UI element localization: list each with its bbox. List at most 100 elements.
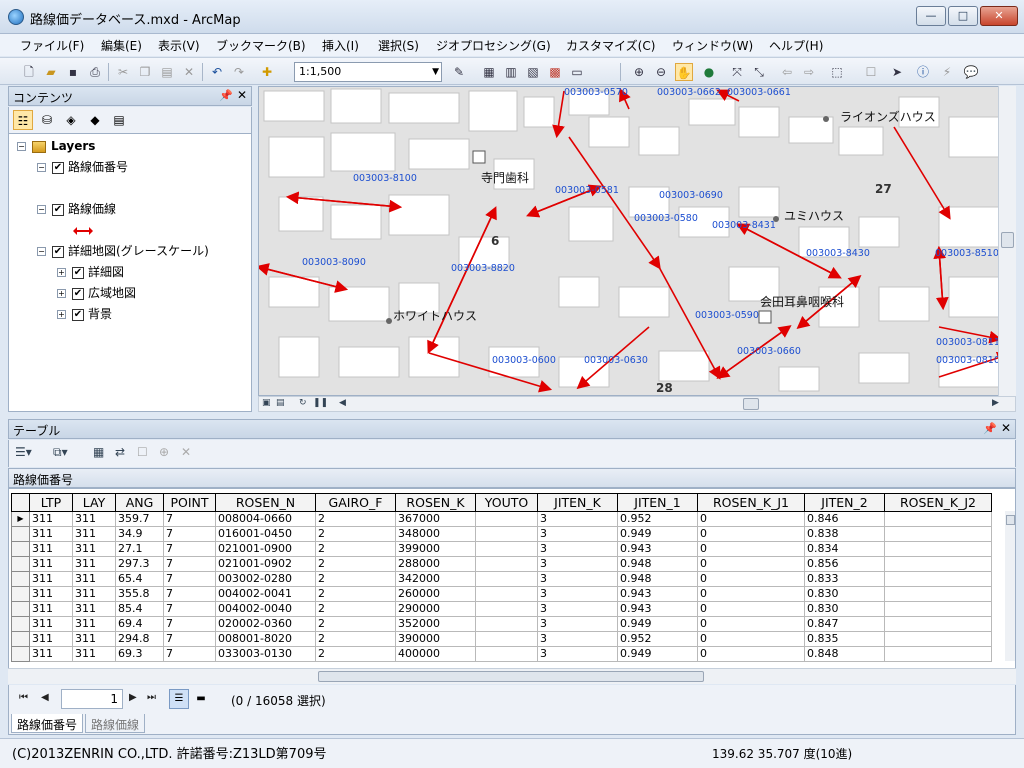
scroll-left-icon[interactable]: ◀ [339,398,346,408]
table-cell[interactable]: 311 [29,541,73,557]
table-cell[interactable]: 311 [29,631,73,647]
table-cell[interactable]: 0.834 [804,541,885,557]
row-selector[interactable]: ▶ [11,511,30,527]
table-cell[interactable]: 0.833 [804,571,885,587]
table-cell[interactable]: 311 [29,586,73,602]
copy-icon[interactable]: ❐ [136,63,154,81]
table-cell[interactable] [475,526,538,542]
minimize-button[interactable]: — [916,6,946,26]
table-cell[interactable]: 3 [537,526,618,542]
new-document-icon[interactable]: 🗋 [20,63,38,81]
table-cell[interactable]: 0.846 [804,511,885,527]
table-cell[interactable]: 016001-0450 [215,526,316,542]
column-header[interactable]: JITEN_2 [804,493,885,512]
select-elements-arrow-icon[interactable]: ➤ [888,63,906,81]
hyperlink-icon[interactable]: ⚡ [938,63,956,81]
table-cell[interactable]: 290000 [395,601,476,617]
table-cell[interactable]: 65.4 [115,571,164,587]
table-cell[interactable]: 0.943 [617,586,698,602]
table-horizontal-scrollbar[interactable] [8,668,1016,684]
column-header[interactable]: ROSEN_K_J2 [884,493,992,512]
sublayer-detail[interactable]: + ✔ 詳細図 [57,263,124,281]
table-cell[interactable]: 3 [537,646,618,662]
column-header[interactable]: ROSEN_K [395,493,476,512]
clear-selection-icon[interactable]: ☐ [137,445,148,459]
table-cell[interactable]: 2 [315,616,396,632]
close-icon[interactable]: ✕ [237,88,247,102]
list-by-visibility-icon[interactable]: ◈ [61,110,81,130]
save-icon[interactable]: ▪ [64,63,82,81]
row-selector-header[interactable] [11,493,30,512]
scroll-thumb[interactable] [318,671,704,682]
table-of-contents-icon[interactable]: ▦ [480,63,498,81]
menu-bookmarks[interactable]: ブックマーク(B) [214,37,308,54]
map-canvas[interactable]: 003003-0570 003003-0662 003003-0661 0030… [258,86,1016,396]
table-cell[interactable]: 399000 [395,541,476,557]
table-cell[interactable]: 85.4 [115,601,164,617]
column-header[interactable]: GAIRO_F [315,493,396,512]
layer-detail-map-grayscale[interactable]: − ✔ 詳細地図(グレースケール) [37,242,209,260]
table-cell[interactable]: 311 [29,571,73,587]
row-selector[interactable] [11,586,30,602]
close-button[interactable]: ✕ [980,6,1018,26]
table-row[interactable]: 311 311 69.3 7 033003-0130 2 400000 3 0.949 0 0.84… [11,646,992,662]
table-cell[interactable]: 311 [72,556,116,572]
table-cell[interactable]: 0.943 [617,541,698,557]
map-scale-dropdown[interactable]: 1:1,500 ▼ [294,62,442,82]
table-cell[interactable]: 0.856 [804,556,885,572]
table-row[interactable]: 311 311 294.8 7 008001-8020 2 390000 3 0.952 0 0.8… [11,631,992,647]
delete-selected-icon[interactable]: ✕ [181,445,191,459]
layer-visibility-checkbox[interactable]: ✔ [52,203,64,216]
clear-selection-icon[interactable]: ☐ [862,63,880,81]
table-cell[interactable] [884,526,992,542]
table-cell[interactable]: 0 [697,541,805,557]
collapse-icon[interactable]: − [17,142,26,151]
zoom-to-selected-icon[interactable]: ⊕ [159,445,169,459]
menu-help[interactable]: ヘルプ(H) [767,37,825,54]
related-tables-icon[interactable]: ⧉▾ [53,445,68,460]
table-cell[interactable]: 004002-0041 [215,586,316,602]
sublayer-wide-area[interactable]: + ✔ 広域地図 [57,284,136,302]
table-cell[interactable]: 3 [537,571,618,587]
expand-icon[interactable]: + [57,310,66,319]
table-cell[interactable]: 355.8 [115,586,164,602]
table-cell[interactable]: 0.943 [617,601,698,617]
undo-icon[interactable]: ↶ [208,63,226,81]
table-cell[interactable] [475,616,538,632]
table-cell[interactable]: 311 [72,511,116,527]
map-horizontal-scrollbar[interactable]: ▣ ▤ ↻ ❚❚ ◀ ▶ [258,396,1016,412]
tab-route-number[interactable]: 路線価番号 [11,714,84,733]
back-extent-icon[interactable]: ⇦ [778,63,796,81]
table-cell[interactable]: 2 [315,556,396,572]
table-cell[interactable]: 260000 [395,586,476,602]
table-row[interactable]: ▶ 311 311 359.7 7 008004-0660 2 367000 3 0.952 0 0.… [11,511,992,527]
layers-root[interactable]: − Layers [17,137,95,155]
table-cell[interactable]: 0.948 [617,556,698,572]
table-cell[interactable]: 0.952 [617,631,698,647]
table-cell[interactable] [884,646,992,662]
table-cell[interactable]: 69.3 [115,646,164,662]
delete-icon[interactable]: ✕ [180,63,198,81]
table-cell[interactable]: 2 [315,571,396,587]
table-cell[interactable]: 3 [537,511,618,527]
column-header[interactable]: ROSEN_K_J1 [697,493,805,512]
table-cell[interactable]: 311 [29,646,73,662]
table-cell[interactable]: 3 [537,616,618,632]
menu-view[interactable]: 表示(V) [156,37,202,54]
forward-extent-icon[interactable]: ⇨ [800,63,818,81]
table-row[interactable]: 311 311 85.4 7 004002-0040 2 290000 3 0.943 0 0.83… [11,601,992,617]
table-cell[interactable] [884,571,992,587]
map-vertical-scrollbar[interactable] [998,86,1016,396]
table-cell[interactable]: 020002-0360 [215,616,316,632]
table-cell[interactable]: 311 [29,526,73,542]
table-cell[interactable] [475,571,538,587]
table-row[interactable]: 311 311 27.1 7 021001-0900 2 399000 3 0.943 0 0.83… [11,541,992,557]
menu-selection[interactable]: 選択(S) [376,37,421,54]
row-selector[interactable] [11,526,30,542]
table-cell[interactable]: 7 [163,571,216,587]
table-row[interactable]: 311 311 69.4 7 020002-0360 2 352000 3 0.949 0 0.84… [11,616,992,632]
table-cell[interactable]: 008001-8020 [215,631,316,647]
table-cell[interactable] [884,616,992,632]
table-cell[interactable]: 27.1 [115,541,164,557]
table-vertical-scrollbar[interactable] [1005,511,1015,661]
